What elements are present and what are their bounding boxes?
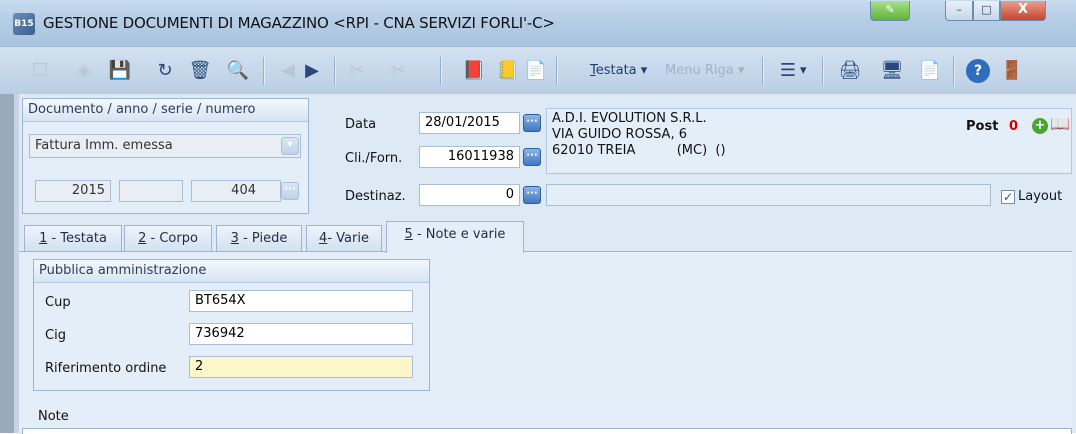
toolbar-separator bbox=[822, 57, 824, 85]
list-icon[interactable]: ☰ bbox=[776, 59, 800, 83]
duplicate-icon[interactable]: ◈ bbox=[72, 59, 96, 83]
testata-menu[interactable]: Testata ▾ bbox=[590, 63, 647, 78]
find-icon[interactable]: 🔍 bbox=[226, 59, 250, 83]
maximize-button[interactable]: □ bbox=[973, 1, 1000, 21]
tab-label: - Varie bbox=[327, 231, 369, 246]
document-icon[interactable]: 📄 bbox=[524, 59, 548, 83]
cli-forn-label: Cli./Forn. bbox=[345, 151, 403, 166]
toolbar-separator bbox=[334, 57, 336, 85]
document-group-title: Documento / anno / serie / numero bbox=[23, 99, 308, 122]
paste-icon[interactable]: ✂ bbox=[386, 59, 410, 83]
cli-forn-lookup-icon[interactable]: ··· bbox=[523, 148, 541, 166]
toolbar-separator bbox=[556, 57, 558, 85]
tab-hotkey: 3 bbox=[230, 231, 239, 246]
document-yellow-icon[interactable]: 📒 bbox=[496, 59, 520, 83]
pa-group-title: Pubblica amministrazione bbox=[34, 260, 429, 283]
data-field[interactable]: 28/01/2015 bbox=[419, 112, 520, 134]
riferimento-ordine-field[interactable]: 2 bbox=[189, 356, 413, 378]
tab-label: - Testata bbox=[47, 231, 107, 246]
document-red-icon[interactable]: 📕 bbox=[462, 59, 486, 83]
tab-label: - Piede bbox=[238, 231, 288, 246]
cig-field[interactable]: 736942 bbox=[189, 323, 413, 345]
cup-field[interactable]: BT654X bbox=[189, 290, 413, 312]
chevron-down-icon[interactable]: ▾ bbox=[281, 137, 299, 155]
screen-preview-icon[interactable]: 🖥 bbox=[880, 59, 904, 83]
tab-note-e-varie[interactable]: 5 - Note e varie bbox=[386, 221, 524, 253]
destinaz-lookup-icon[interactable]: ··· bbox=[523, 186, 541, 204]
title-bar: B15 GESTIONE DOCUMENTI DI MAGAZZINO <RPI… bbox=[0, 0, 1076, 46]
tab-label: - Corpo bbox=[146, 231, 198, 246]
help-icon[interactable]: ? bbox=[966, 59, 990, 83]
print-icon[interactable]: 🖨 bbox=[838, 59, 862, 83]
toolbar-separator bbox=[263, 57, 265, 85]
book-icon[interactable]: 📖 bbox=[1050, 114, 1070, 133]
document-type-value: Fattura Imm. emessa bbox=[35, 138, 173, 153]
toolbar-separator bbox=[762, 57, 764, 85]
post-label: Post bbox=[966, 119, 999, 134]
cut-icon[interactable]: ✂ bbox=[345, 59, 369, 83]
menu-riga-label: Menu Riga bbox=[665, 63, 734, 78]
document-number-field[interactable]: 404 bbox=[191, 180, 281, 202]
document-series-field[interactable] bbox=[119, 180, 183, 202]
delete-icon[interactable]: 🗑 bbox=[188, 59, 212, 83]
testata-menu-label: estata bbox=[595, 63, 637, 78]
pdf-icon[interactable]: 📄 bbox=[918, 59, 942, 83]
layout-checkbox[interactable]: ✓ bbox=[1001, 190, 1015, 204]
tab-piede[interactable]: 3 - Piede bbox=[216, 225, 302, 251]
next-icon[interactable]: ▶ bbox=[300, 59, 324, 83]
note-textarea[interactable] bbox=[22, 428, 1072, 434]
new-document-icon[interactable]: ☐ bbox=[28, 59, 52, 83]
data-label: Data bbox=[345, 117, 377, 132]
tab-testata[interactable]: 1 - Testata bbox=[24, 225, 122, 251]
app-icon: B15 bbox=[13, 13, 35, 35]
post-count: 0 bbox=[1009, 119, 1019, 134]
save-icon[interactable]: 💾 bbox=[108, 59, 132, 83]
date-picker-icon[interactable]: ··· bbox=[523, 114, 541, 132]
chevron-down-icon[interactable]: ▾ bbox=[800, 63, 807, 78]
tab-varie[interactable]: 4- Varie bbox=[306, 225, 382, 251]
window-title: GESTIONE DOCUMENTI DI MAGAZZINO <RPI - C… bbox=[43, 14, 555, 32]
left-border bbox=[0, 94, 14, 433]
toolbar-separator bbox=[440, 57, 442, 85]
add-icon[interactable]: + bbox=[1032, 118, 1048, 134]
document-year-field[interactable]: 2015 bbox=[35, 180, 111, 202]
minimize-button[interactable]: – bbox=[945, 1, 973, 21]
layout-label: Layout bbox=[1018, 189, 1063, 204]
previous-icon[interactable]: ◀ bbox=[276, 59, 300, 83]
cli-forn-field[interactable]: 16011938 bbox=[419, 146, 520, 168]
tab-hotkey: 5 bbox=[404, 227, 413, 242]
document-type-select[interactable]: Fattura Imm. emessa bbox=[29, 134, 301, 158]
address-line-3: 62010 TREIA (MC) () bbox=[552, 143, 726, 158]
chevron-down-icon: ▾ bbox=[737, 63, 745, 78]
menu-riga[interactable]: Menu Riga ▾ bbox=[665, 63, 744, 78]
address-line-1: A.D.I. EVOLUTION S.R.L. bbox=[552, 111, 707, 126]
cig-label: Cig bbox=[45, 328, 66, 343]
tab-corpo[interactable]: 2 - Corpo bbox=[124, 225, 212, 251]
note-label: Note bbox=[38, 409, 69, 424]
ellipsis-icon[interactable]: ··· bbox=[281, 182, 299, 200]
toolbar: ☐ ◈ 💾 ↻ 🗑 🔍 ◀ ▶ ✂ ✂ 📕 📒 📄 Testata ▾ Menu… bbox=[0, 46, 1076, 95]
tab-label: - Note e varie bbox=[412, 227, 506, 242]
toolbar-separator bbox=[953, 57, 955, 85]
chevron-down-icon: ▾ bbox=[640, 63, 648, 78]
edit-button[interactable]: ✎ bbox=[870, 1, 910, 21]
close-button[interactable]: X bbox=[1000, 1, 1046, 21]
cup-label: Cup bbox=[45, 295, 71, 310]
riferimento-ordine-label: Riferimento ordine bbox=[45, 361, 167, 376]
exit-icon[interactable]: 🚪 bbox=[1000, 59, 1024, 83]
destinaz-label: Destinaz. bbox=[345, 189, 406, 204]
undo-icon[interactable]: ↻ bbox=[153, 59, 177, 83]
address-line-2: VIA GUIDO ROSSA, 6 bbox=[552, 127, 687, 142]
destinaz-field[interactable]: 0 bbox=[419, 184, 520, 206]
destinaz-description bbox=[546, 184, 991, 206]
